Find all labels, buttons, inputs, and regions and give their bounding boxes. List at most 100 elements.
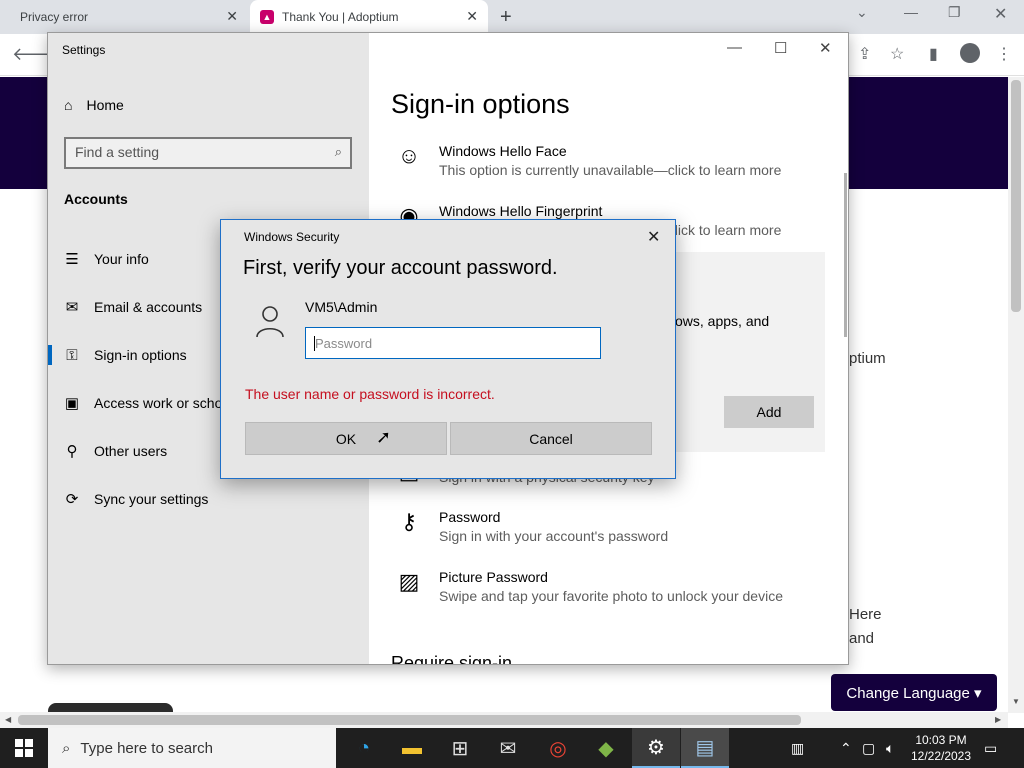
scroll-left-icon[interactable]: ◀ [5,715,11,724]
key-icon: ⚿ [66,346,78,364]
ok-button[interactable]: OK [245,422,447,455]
side-panel-icon[interactable]: ▮ [929,44,938,64]
add-button[interactable]: Add [724,396,814,428]
sync-icon: ⟳ [65,491,79,508]
clock-date: 12/22/2023 [910,749,972,763]
text-caret [314,336,315,351]
browser-tab-strip: Privacy error ✕ ▲ Thank You | Adoptium ✕… [0,0,1024,34]
home-icon: ⌂ [64,97,73,113]
new-tab-button[interactable]: + [500,6,512,29]
action-center-keyboard-icon[interactable]: ▥ [791,728,804,768]
web-text-and: and [849,630,875,647]
page-title: Sign-in options [391,89,570,119]
option-desc: Swipe and tap your favorite photo to unl… [439,588,783,604]
briefcase-icon: ▣ [64,395,80,412]
minimize-icon[interactable]: — [904,4,918,20]
option-title: Picture Password [439,569,548,585]
taskbar-search-placeholder: Type here to search [80,739,213,757]
windows-logo-icon [15,739,33,757]
option-picture-password[interactable]: ▨ Picture Password Swipe and tap your fa… [391,569,831,609]
user-icon [256,306,284,338]
option-desc: This option is currently unavailable—cli… [439,162,782,178]
maximize-icon[interactable]: ☐ [774,39,787,57]
menu-icon[interactable]: ⋮ [996,44,1012,64]
change-language-button[interactable]: Change Language ▾ [831,674,997,711]
option-title: Password [439,509,501,525]
profile-avatar[interactable] [960,43,980,63]
adoptium-favicon-icon: ▲ [260,10,274,24]
panel-text: ows, apps, and [675,313,770,329]
volume-icon[interactable]: 🔈︎ [886,728,894,768]
password-key-icon: ⚷ [400,509,418,534]
settings-icon[interactable]: ⚙ [632,728,680,768]
close-icon[interactable]: ✕ [466,8,478,25]
nav-label: Other users [94,443,168,459]
taskbar: ⌕ Type here to search ◔ ▬ ⊞ ✉ ◎ ◆ ⚙ ▤ ▥ … [0,728,1024,768]
file-explorer-icon[interactable]: ▬ [388,728,436,768]
tab-title: Thank You | Adoptium [282,10,399,24]
option-title: Windows Hello Face [439,143,567,159]
cancel-button[interactable]: Cancel [450,422,652,455]
chevron-down-icon[interactable]: ⌄ [856,4,868,21]
clock-time: 10:03 PM [915,733,967,747]
search-placeholder: Find a setting [75,144,160,160]
option-password[interactable]: ⚷ Password Sign in with your account's p… [391,509,831,549]
option-windows-hello-face[interactable]: ☺ Windows Hello Face This option is curr… [391,143,831,183]
edge-icon[interactable]: ◔ [340,728,388,768]
vertical-scroll-thumb[interactable] [1011,80,1021,312]
option-desc: Sign in with your account's password [439,528,669,544]
web-text-adoptium: ptium [849,350,886,367]
share-icon[interactable]: ⇪ [858,44,871,64]
picture-icon: ▨ [398,569,420,594]
settings-scrollbar[interactable] [844,173,847,337]
search-icon: ⌕ [62,739,71,757]
store-icon[interactable]: ⊞ [436,728,484,768]
error-message: The user name or password is incorrect. [245,386,495,402]
nav-home[interactable]: ⌂ Home [64,97,124,113]
nav-sync-settings[interactable]: ⟳ Sync your settings [48,479,369,519]
horizontal-scroll-thumb[interactable] [18,715,801,725]
password-input[interactable] [305,327,601,359]
dialog-title: Windows Security [244,230,340,244]
scroll-down-icon[interactable]: ▼ [1012,697,1020,706]
option-title: Windows Hello Fingerprint [439,203,603,219]
close-icon[interactable]: ✕ [226,8,238,25]
tab-title: Privacy error [20,10,89,24]
web-text-here: Here [849,606,882,623]
network-icon[interactable]: ▢ [862,728,875,768]
dialog-heading: First, verify your account password. [243,257,558,279]
star-icon[interactable]: ☆ [890,44,904,64]
window-title: Settings [62,43,106,57]
taskbar-search[interactable]: ⌕ Type here to search [48,728,336,768]
close-icon[interactable]: ✕ [647,227,660,247]
nav-label: Email & accounts [94,299,203,315]
game-icon[interactable]: ◆ [582,728,630,768]
search-icon: ⌕ [334,144,342,159]
nav-home-label: Home [86,97,124,113]
close-icon[interactable]: ✕ [819,39,832,57]
nav-label: Access work or school [94,395,234,411]
tab-privacy-error[interactable]: Privacy error ✕ [0,0,248,34]
person-card-icon: ☰ [65,251,79,268]
mouse-cursor-icon: ➚ [376,427,392,447]
scroll-right-icon[interactable]: ▶ [995,715,1001,724]
face-icon: ☺ [397,143,421,168]
nav-label: Sync your settings [94,491,209,507]
restore-icon[interactable]: ❐ [948,4,961,21]
notification-icon[interactable]: ▭ [984,728,997,768]
find-setting-search[interactable]: Find a setting ⌕ [64,137,352,169]
minimize-icon[interactable]: — [727,39,742,56]
person-add-icon: ⚲ [66,443,78,460]
close-icon[interactable]: ✕ [994,4,1007,24]
nav-label: Your info [94,251,149,267]
mail-icon[interactable]: ✉ [484,728,532,768]
control-panel-icon[interactable]: ▤ [681,728,729,768]
chrome-icon[interactable]: ◎ [534,728,582,768]
tab-thank-you-adoptium[interactable]: ▲ Thank You | Adoptium ✕ [250,0,488,34]
chevron-up-icon[interactable]: ⌃ [840,728,852,768]
start-button[interactable] [0,728,48,768]
section-heading-accounts: Accounts [64,191,128,207]
require-signin-heading: Require sign-in [391,653,513,665]
windows-security-dialog: Windows Security ✕ First, verify your ac… [220,219,676,479]
system-clock[interactable]: 10:03 PM 12/22/2023 [910,732,972,764]
